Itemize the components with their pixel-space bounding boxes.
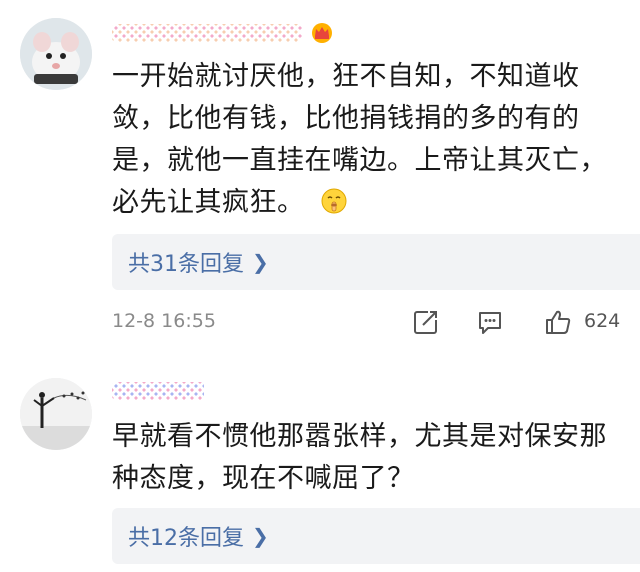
- reply-summary: 共12条回复 ❯: [112, 508, 640, 564]
- comment-meta: 12-8 16:55 624: [112, 308, 622, 338]
- comment-body: 一开始就讨厌他，狂不自知，不知道收敛，比他有钱，比他捐钱捐的多的有的是，就他一直…: [112, 61, 607, 218]
- view-replies-link[interactable]: 共31条回复 ❯: [128, 246, 269, 278]
- reply-summary: 共31条回复 ❯: [112, 234, 640, 290]
- timestamp: 12-8 16:55: [112, 310, 216, 332]
- like-count: 624: [584, 310, 621, 332]
- comment-body: 早就看不惯他那嚣张样，尤其是对保安那种态度，现在不喊屈了？: [112, 421, 607, 494]
- blurred-username: [112, 24, 302, 42]
- chevron-right-icon: ❯: [252, 524, 269, 548]
- comment-item: 一开始就讨厌他，狂不自知，不知道收敛，比他有钱，比他捐钱捐的多的有的是，就他一直…: [0, 0, 640, 350]
- like-thumb-icon[interactable]: [544, 308, 572, 336]
- crown-badge-icon: [312, 23, 332, 43]
- share-icon[interactable]: [412, 308, 440, 336]
- dancer-avatar-image: [20, 378, 92, 450]
- comment-text: 早就看不惯他那嚣张样，尤其是对保安那种态度，现在不喊屈了？: [112, 416, 612, 500]
- reply-count-label: 共31条回复: [128, 252, 244, 277]
- blurred-username: [112, 382, 204, 400]
- chevron-right-icon: ❯: [252, 250, 269, 274]
- rat-avatar-image: [20, 18, 92, 90]
- reply-count-label: 共12条回复: [128, 526, 244, 551]
- comment-item: 早就看不惯他那嚣张样，尤其是对保安那种态度，现在不喊屈了？ 共12条回复 ❯: [0, 360, 640, 572]
- username[interactable]: [112, 22, 334, 44]
- comment-icon[interactable]: [476, 308, 504, 336]
- avatar[interactable]: [20, 378, 92, 450]
- shush-emoji-icon: [321, 188, 347, 214]
- comment-text: 一开始就讨厌他，狂不自知，不知道收敛，比他有钱，比他捐钱捐的多的有的是，就他一直…: [112, 56, 612, 224]
- username[interactable]: [112, 380, 204, 402]
- avatar[interactable]: [20, 18, 92, 90]
- view-replies-link[interactable]: 共12条回复 ❯: [128, 520, 269, 552]
